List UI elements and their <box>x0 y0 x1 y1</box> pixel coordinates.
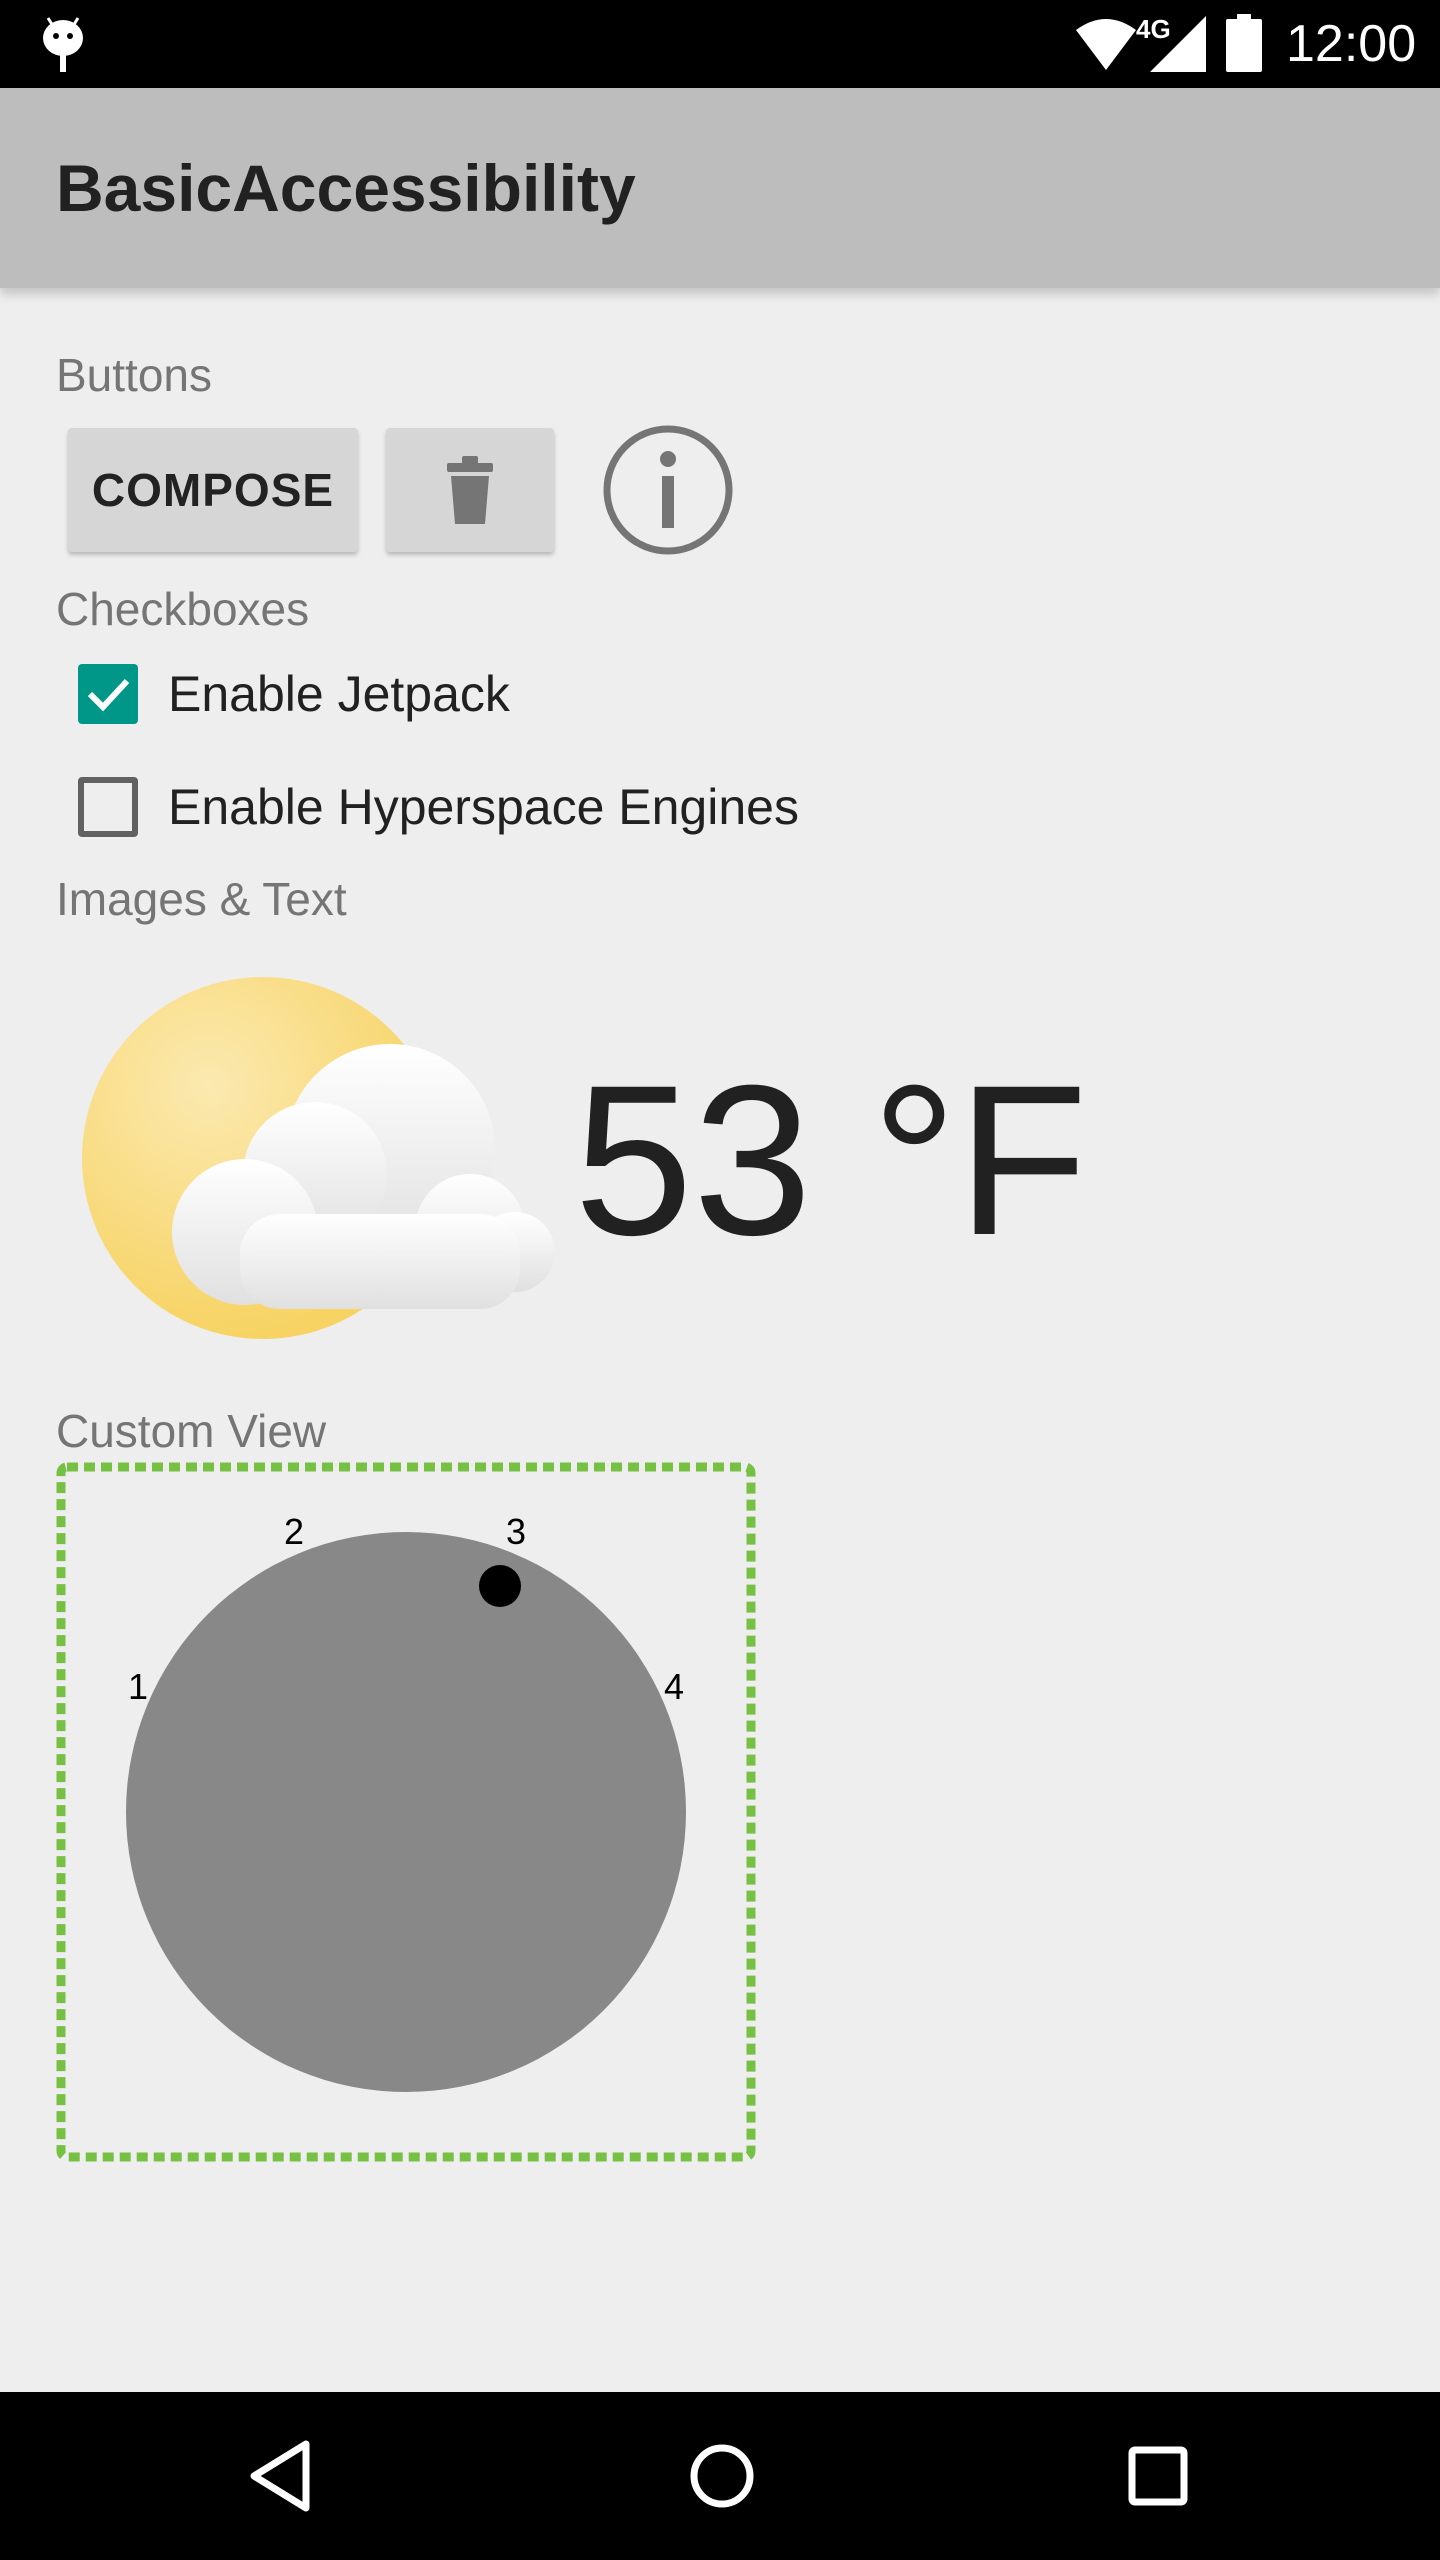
back-icon[interactable] <box>244 2436 324 2516</box>
app-title: BasicAccessibility <box>56 151 636 225</box>
compose-button[interactable]: COMPOSE <box>68 428 358 552</box>
checkbox-enable-jetpack[interactable]: Enable Jetpack <box>78 664 510 724</box>
section-label-buttons: Buttons <box>56 349 212 401</box>
navigation-bar <box>0 2392 1440 2560</box>
home-icon[interactable] <box>682 2436 762 2516</box>
checkbox-unchecked[interactable] <box>78 777 138 837</box>
section-label-images-text: Images & Text <box>56 873 347 925</box>
dial-indicator <box>479 1565 521 1607</box>
dial-label: 3 <box>506 1511 526 1552</box>
checkbox-checked[interactable] <box>78 664 138 724</box>
wifi-icon <box>1076 19 1136 70</box>
cell-signal-icon <box>1150 16 1206 72</box>
custom-dial-view[interactable]: 1 2 3 4 <box>56 1462 756 2162</box>
battery-icon <box>1226 14 1262 72</box>
checkmark-icon <box>87 678 130 712</box>
status-bar: 4G 12:00 <box>0 0 1440 88</box>
trash-icon <box>447 456 493 524</box>
checkbox-enable-hyperspace-engines[interactable]: Enable Hyperspace Engines <box>78 777 799 837</box>
app-bar: BasicAccessibility <box>0 88 1440 288</box>
android-debug-icon <box>43 17 83 72</box>
section-label-custom-view: Custom View <box>56 1405 327 1457</box>
info-icon[interactable] <box>602 424 734 556</box>
dial-knob[interactable] <box>126 1532 686 2092</box>
checkbox-label: Enable Hyperspace Engines <box>168 779 799 835</box>
recents-icon[interactable] <box>1118 2436 1198 2516</box>
section-label-checkboxes: Checkboxes <box>56 583 310 635</box>
dial-label: 4 <box>664 1666 684 1707</box>
temperature-text: 53 °F <box>574 1041 1088 1280</box>
checkbox-label: Enable Jetpack <box>168 666 510 722</box>
delete-button[interactable] <box>386 428 554 552</box>
partly-cloudy-icon <box>82 977 555 1339</box>
dial-label: 2 <box>284 1511 304 1552</box>
clock: 12:00 <box>1286 15 1417 73</box>
dial-label: 1 <box>128 1666 148 1707</box>
